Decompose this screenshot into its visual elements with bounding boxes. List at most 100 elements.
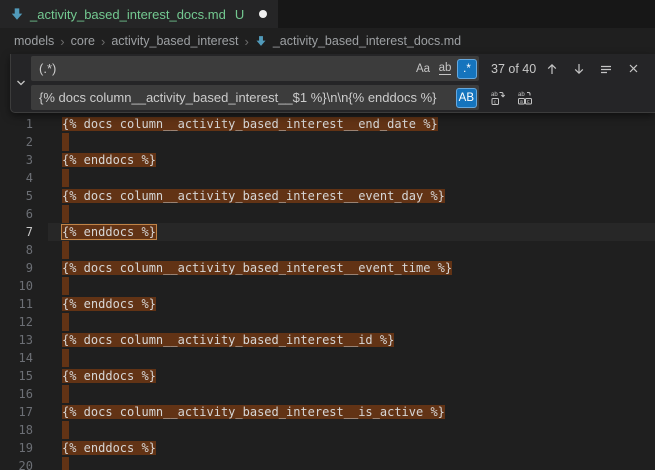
editor-line[interactable]: 11 {% enddocs %}	[0, 295, 655, 313]
find-match-empty	[62, 205, 69, 223]
markdown-file-icon	[255, 35, 267, 47]
svg-text:a: a	[520, 99, 523, 105]
line-number: 4	[0, 169, 33, 187]
breadcrumb-item-core[interactable]: core	[71, 34, 95, 48]
replace-icon: ab c	[490, 90, 506, 106]
arrow-down-icon	[572, 62, 586, 76]
line-number: 5	[0, 187, 33, 205]
svg-text:ab: ab	[518, 92, 525, 98]
whole-word-toggle[interactable]: ab	[435, 59, 455, 79]
tab-filename: _activity_based_interest_docs.md	[30, 7, 226, 22]
regex-toggle[interactable]: .*	[457, 59, 477, 79]
selection-lines-icon	[599, 62, 613, 76]
find-match: {% enddocs %}	[62, 297, 156, 311]
editor-line[interactable]: 17 {% docs column__activity_based_interes…	[0, 403, 655, 421]
editor-line[interactable]: 8	[0, 241, 655, 259]
chevron-down-icon	[14, 76, 28, 90]
line-content	[62, 241, 69, 259]
editor-line[interactable]: 20	[0, 457, 655, 470]
find-replace-widget: (.*) Aa ab .* 37 of 40	[10, 54, 655, 113]
match-count: 37 of 40	[491, 62, 536, 76]
line-number: 17	[0, 403, 33, 421]
editor-line[interactable]: 16	[0, 385, 655, 403]
line-content	[62, 349, 69, 367]
tab-active-file[interactable]: _activity_based_interest_docs.md U	[0, 0, 278, 28]
line-number: 19	[0, 439, 33, 457]
breadcrumb: models › core › activity_based_interest …	[0, 28, 655, 54]
find-input-value: (.*)	[39, 61, 411, 76]
editor-line[interactable]: 19 {% enddocs %}	[0, 439, 655, 457]
line-content: {% enddocs %}	[62, 223, 156, 241]
line-number: 2	[0, 133, 33, 151]
find-match: {% docs column__activity_based_interest_…	[62, 405, 445, 419]
line-content: {% enddocs %}	[62, 295, 156, 313]
line-content	[62, 313, 69, 331]
editor-line[interactable]: 2	[0, 133, 655, 151]
editor-pane[interactable]: 1 {% docs column__activity_based_interest…	[0, 54, 655, 470]
find-match-empty	[62, 277, 69, 295]
chevron-right-icon: ›	[101, 34, 105, 49]
replace-row: {% docs column__activity_based_interest_…	[31, 85, 649, 110]
breadcrumb-item-models[interactable]: models	[14, 34, 54, 48]
chevron-right-icon: ›	[60, 34, 64, 49]
replace-all-button[interactable]: ab a c	[514, 87, 536, 109]
tab-bar: _activity_based_interest_docs.md U	[0, 0, 655, 28]
breadcrumb-item-file[interactable]: _activity_based_interest_docs.md	[273, 34, 461, 48]
editor-line[interactable]: 18	[0, 421, 655, 439]
line-number: 3	[0, 151, 33, 169]
editor-lines: 1 {% docs column__activity_based_interest…	[0, 54, 655, 470]
editor-line[interactable]: 14	[0, 349, 655, 367]
line-number: 1	[0, 115, 33, 133]
find-match-empty	[62, 133, 69, 151]
find-input[interactable]: (.*) Aa ab .*	[31, 56, 479, 81]
editor-line[interactable]: 6	[0, 205, 655, 223]
editor-line[interactable]: 12	[0, 313, 655, 331]
line-number: 18	[0, 421, 33, 439]
close-find-widget-button[interactable]	[622, 58, 644, 80]
editor-line[interactable]: 15{% enddocs %}	[0, 367, 655, 385]
line-number: 12	[0, 313, 33, 331]
previous-match-button[interactable]	[541, 58, 563, 80]
find-match: {% enddocs %}	[62, 153, 156, 167]
chevron-right-icon: ›	[244, 34, 248, 49]
match-case-toggle[interactable]: Aa	[413, 59, 433, 79]
find-row: (.*) Aa ab .* 37 of 40	[31, 56, 649, 81]
find-match-empty	[62, 457, 69, 470]
find-match: {% docs column__activity_based_interest_…	[62, 189, 445, 203]
line-number: 20	[0, 457, 33, 470]
breadcrumb-item-folder[interactable]: activity_based_interest	[111, 34, 238, 48]
next-match-button[interactable]	[568, 58, 590, 80]
editor-line[interactable]: 3 {% enddocs %}	[0, 151, 655, 169]
line-number: 7	[0, 223, 33, 241]
line-content: {% docs column__activity_based_interest_…	[62, 187, 445, 205]
toggle-replace-button[interactable]	[11, 54, 31, 112]
editor-line[interactable]: 1 {% docs column__activity_based_interest…	[0, 115, 655, 133]
find-match: {% docs column__activity_based_interest_…	[62, 333, 394, 347]
find-match: {% enddocs %}	[62, 441, 156, 455]
replace-button[interactable]: ab c	[487, 87, 509, 109]
line-content	[62, 277, 69, 295]
line-content: {% docs column__activity_based_interest_…	[62, 331, 394, 349]
replace-input-value: {% docs column__activity_based_interest_…	[39, 90, 454, 105]
editor-line[interactable]: 9{% docs column__activity_based_interest…	[0, 259, 655, 277]
line-content	[62, 169, 69, 187]
svg-text:c: c	[494, 99, 497, 105]
editor-line[interactable]: 13{% docs column__activity_based_interes…	[0, 331, 655, 349]
find-match: {% enddocs %}	[62, 369, 156, 383]
line-number: 14	[0, 349, 33, 367]
line-content	[62, 385, 69, 403]
preserve-case-toggle[interactable]: AB	[456, 88, 477, 108]
line-content: {% enddocs %}	[62, 439, 156, 457]
line-number: 11	[0, 295, 33, 313]
markdown-file-icon	[10, 7, 24, 21]
unsaved-changes-dot-icon[interactable]	[259, 10, 267, 18]
line-content: {% docs column__activity_based_interest_…	[62, 115, 438, 133]
replace-input[interactable]: {% docs column__activity_based_interest_…	[31, 85, 479, 110]
replace-all-icon: ab a c	[517, 90, 533, 106]
editor-line[interactable]: 7 {% enddocs %}	[0, 223, 655, 241]
editor-line[interactable]: 10	[0, 277, 655, 295]
editor-line[interactable]: 4	[0, 169, 655, 187]
find-in-selection-button[interactable]	[595, 58, 617, 80]
find-match-empty	[62, 313, 69, 331]
editor-line[interactable]: 5 {% docs column__activity_based_interest…	[0, 187, 655, 205]
